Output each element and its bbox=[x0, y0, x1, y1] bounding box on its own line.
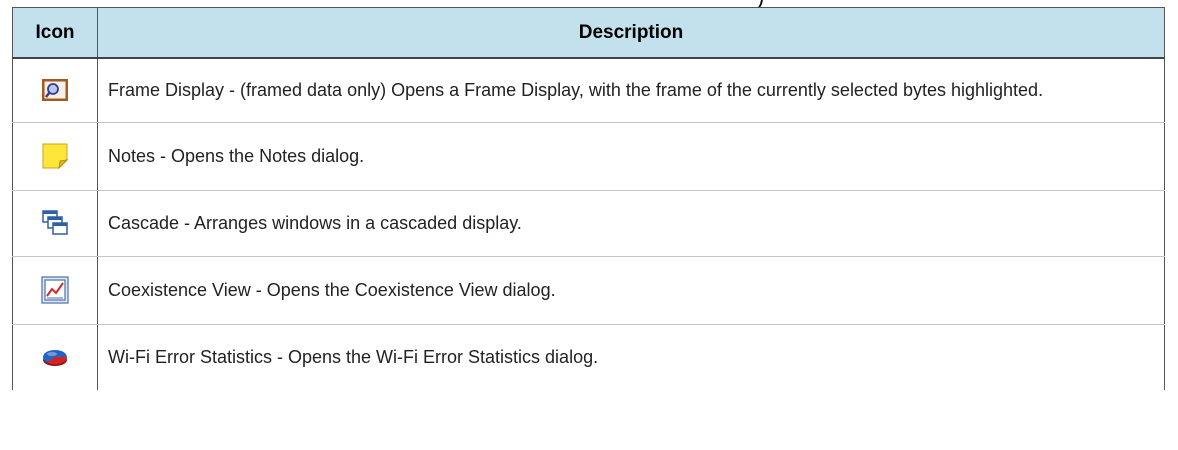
table-row: Notes - Opens the Notes dialog. bbox=[12, 122, 1165, 191]
row-description: Wi-Fi Error Statistics - Opens the Wi-Fi… bbox=[97, 324, 1165, 390]
icon-cell bbox=[12, 58, 98, 123]
icon-cell bbox=[12, 122, 98, 191]
icon-description-table: Icon Description Frame Display - (framed… bbox=[12, 7, 1165, 390]
header-icon: Icon bbox=[12, 7, 98, 59]
header-description: Description bbox=[97, 7, 1165, 59]
icon-cell bbox=[12, 190, 98, 257]
header-row: Icon Description bbox=[12, 7, 1165, 59]
cascade-icon bbox=[40, 208, 70, 238]
wifi-error-statistics-icon bbox=[40, 342, 70, 372]
icon-cell bbox=[12, 256, 98, 325]
table-row: Frame Display - (framed data only) Opens… bbox=[12, 58, 1165, 123]
row-description: Coexistence View - Opens the Coexistence… bbox=[97, 256, 1165, 325]
notes-icon bbox=[40, 141, 70, 171]
table-row: Wi-Fi Error Statistics - Opens the Wi-Fi… bbox=[12, 324, 1165, 390]
icon-cell bbox=[12, 324, 98, 390]
row-description: Notes - Opens the Notes dialog. bbox=[97, 122, 1165, 191]
table-row: Cascade - Arranges windows in a cascaded… bbox=[12, 190, 1165, 257]
frame-display-icon bbox=[40, 75, 70, 105]
row-description: Cascade - Arranges windows in a cascaded… bbox=[97, 190, 1165, 257]
coexistence-view-icon bbox=[40, 275, 70, 305]
row-description: Frame Display - (framed data only) Opens… bbox=[97, 58, 1165, 123]
table-row: Coexistence View - Opens the Coexistence… bbox=[12, 256, 1165, 325]
